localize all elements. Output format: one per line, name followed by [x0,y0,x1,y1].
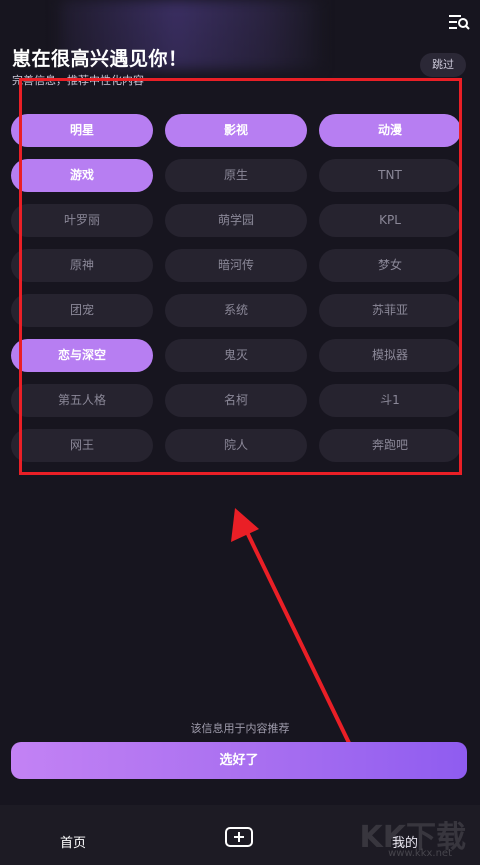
interest-tag-chip[interactable]: 原神 [11,249,153,282]
interest-tag-chip[interactable]: 系统 [165,294,307,327]
interest-tag-chip[interactable]: 奔跑吧 [319,429,461,462]
watermark-url: www.kkx.net [388,848,452,859]
interest-tag-chip[interactable]: 影视 [165,114,307,147]
interest-tag-chip[interactable]: 原生 [165,159,307,192]
interest-tag-chip[interactable]: 网王 [11,429,153,462]
interest-tag-chip[interactable]: 叶罗丽 [11,204,153,237]
interest-tag-chip[interactable]: 名柯 [165,384,307,417]
interest-tag-chip[interactable]: 萌学园 [165,204,307,237]
interest-tag-chip[interactable]: 暗河传 [165,249,307,282]
interest-tag-chip[interactable]: 斗1 [319,384,461,417]
menu-search-icon[interactable] [448,12,470,32]
interest-tag-chip[interactable]: 明星 [11,114,153,147]
interest-tag-grid: 明星 影视 动漫游戏 原生 TNT 叶罗丽 萌学园 KPL 原神 暗河传 梦女团宠 系统 苏菲亚恋与深空… [11,114,462,462]
interest-tag-chip[interactable]: 第五人格 [11,384,153,417]
page-subtitle: 完善信息，推荐中性化内容 [12,74,144,87]
page-title: 崽在很高兴遇见你！ [12,48,188,70]
recommendation-hint: 该信息用于内容推荐 [190,722,290,735]
interest-tag-chip[interactable]: 鬼灭 [165,339,307,372]
interest-tag-chip[interactable]: TNT [319,159,461,192]
interest-tag-chip[interactable]: 游戏 [11,159,153,192]
interest-tag-chip[interactable]: 模拟器 [319,339,461,372]
interest-tag-chip[interactable]: KPL [319,204,461,237]
done-button[interactable]: 选好了 [11,742,467,779]
interest-tag-chip[interactable]: 梦女 [319,249,461,282]
interest-tag-chip[interactable]: 院人 [165,429,307,462]
interest-tag-chip[interactable]: 团宠 [11,294,153,327]
interest-tag-chip[interactable]: 苏菲亚 [319,294,461,327]
interest-tag-chip[interactable]: 恋与深空 [11,339,153,372]
interest-tag-chip[interactable]: 动漫 [319,114,461,147]
skip-button[interactable]: 跳过 [420,53,466,77]
tab-home[interactable]: 首页 [60,832,86,851]
add-icon[interactable] [225,827,253,847]
